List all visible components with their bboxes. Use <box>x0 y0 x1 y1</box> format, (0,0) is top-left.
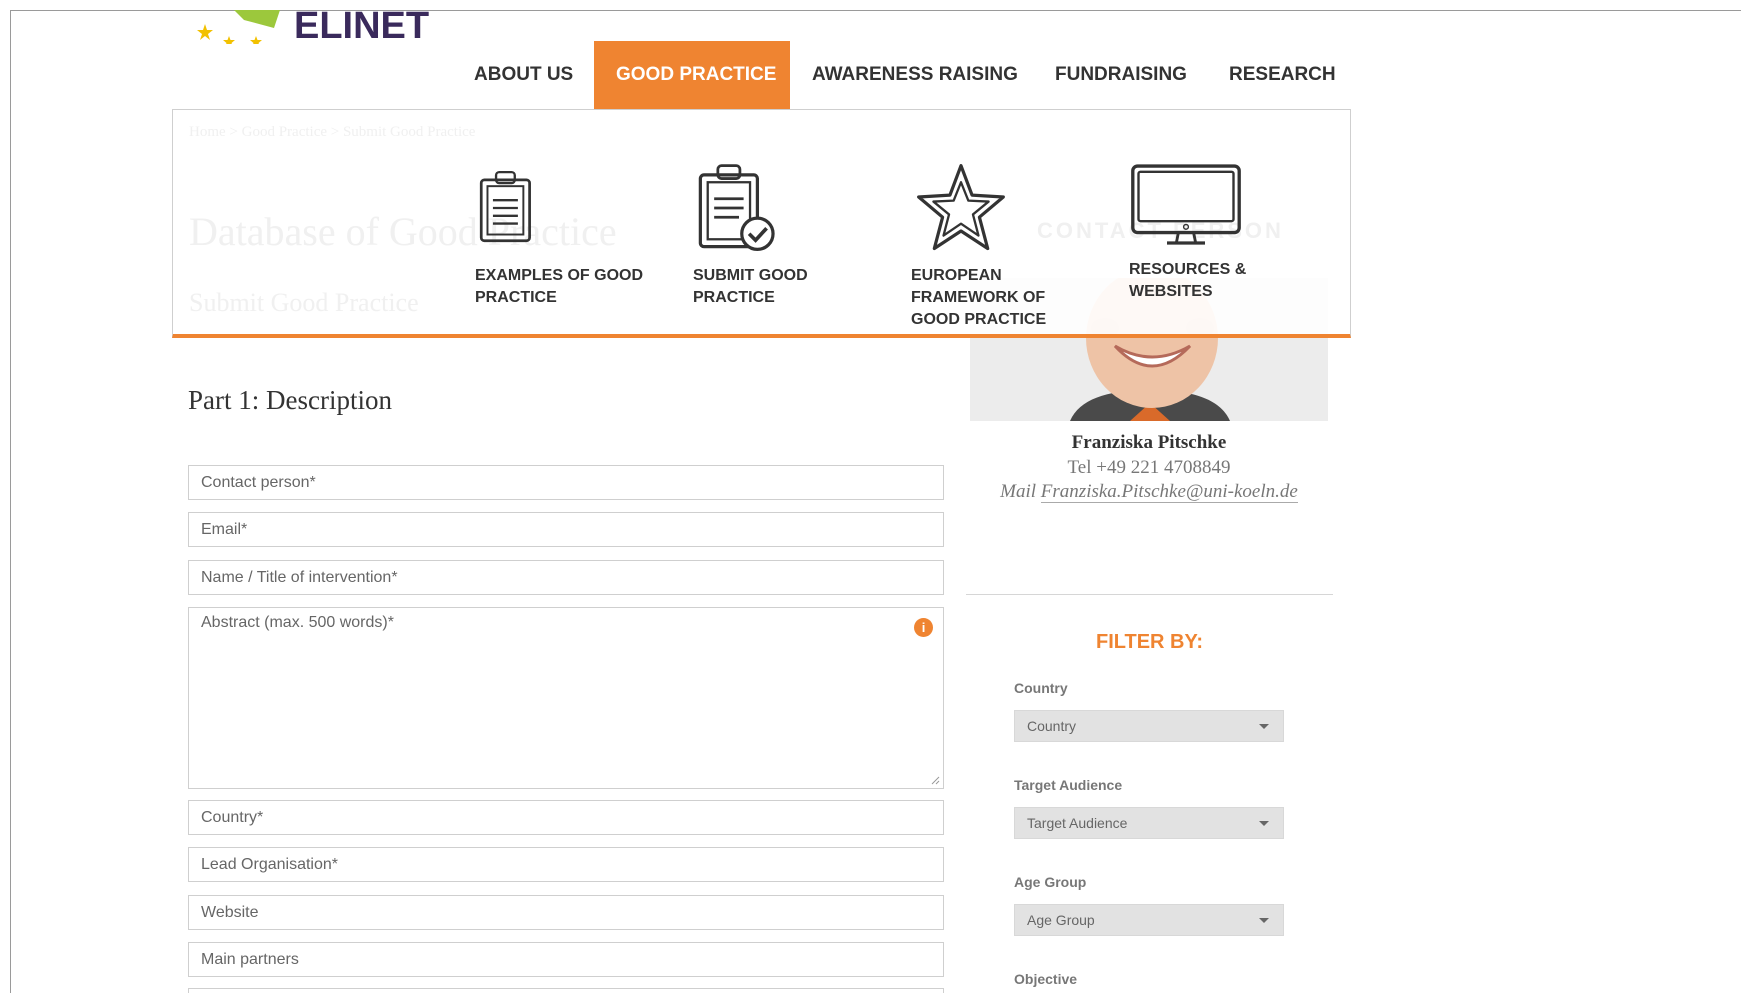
dropdown-label-framework: EUROPEAN FRAMEWORK OF GOOD PRACTICE <box>911 267 1047 328</box>
lead-organisation-input[interactable]: Lead Organisation* <box>188 847 944 882</box>
filter-country-select[interactable]: Country <box>1014 710 1284 742</box>
contact-mail-label: Mail <box>1000 481 1037 502</box>
filter-age-select[interactable]: Age Group <box>1014 904 1284 936</box>
nav-fundraising[interactable]: FUNDRAISING <box>1033 41 1209 109</box>
filter-objective-label: Objective <box>1014 971 1078 987</box>
filter-audience-value: Target Audience <box>1027 815 1128 831</box>
chevron-down-icon <box>1259 918 1269 923</box>
contact-mail: Mail Franziska.Pitschke@uni-koeln.de <box>970 481 1328 503</box>
clipboard-icon <box>479 170 531 243</box>
dropdown-item-examples[interactable]: EXAMPLES OF GOOD PRACTICE <box>475 162 675 309</box>
nav-research[interactable]: RESEARCH <box>1207 41 1358 109</box>
dropdown-item-framework[interactable]: EUROPEAN FRAMEWORK OF GOOD PRACTICE <box>911 162 1111 331</box>
next-field-input[interactable] <box>188 988 944 993</box>
nav-good-practice[interactable]: GOOD PRACTICE <box>594 41 790 109</box>
good-practice-dropdown: Home > Good Practice > Submit Good Pract… <box>172 109 1351 338</box>
chevron-down-icon <box>1259 724 1269 729</box>
page-subtitle: Submit Good Practice <box>189 288 419 317</box>
filter-age-value: Age Group <box>1027 912 1095 928</box>
email-input[interactable]: Email* <box>188 512 944 547</box>
nav-about-us[interactable]: ABOUT US <box>452 41 595 109</box>
website-input[interactable]: Website <box>188 895 944 930</box>
contact-mail-link[interactable]: Franziska.Pitschke@uni-koeln.de <box>1040 481 1298 503</box>
filter-audience-select[interactable]: Target Audience <box>1014 807 1284 839</box>
monitor-icon <box>1131 164 1241 245</box>
nav-awareness-raising[interactable]: AWARENESS RAISING <box>790 41 1040 109</box>
star-icon <box>917 164 1005 251</box>
name-title-input[interactable]: Name / Title of intervention* <box>188 560 944 595</box>
filter-age-label: Age Group <box>1014 874 1087 890</box>
dropdown-label-submit: SUBMIT GOOD PRACTICE <box>693 267 808 306</box>
dropdown-item-submit[interactable]: SUBMIT GOOD PRACTICE <box>693 162 893 309</box>
filter-audience-label: Target Audience <box>1014 777 1123 793</box>
resize-handle-icon[interactable] <box>930 775 940 785</box>
contact-tel: Tel +49 221 4708849 <box>1067 457 1231 478</box>
chevron-down-icon <box>1259 821 1269 826</box>
form-heading: Part 1: Description <box>188 385 392 415</box>
filter-country-label: Country <box>1014 680 1068 696</box>
filter-country-value: Country <box>1027 718 1077 734</box>
dropdown-label-resources: RESOURCES & WEBSITES <box>1129 261 1247 300</box>
contact-person-input[interactable]: Contact person* <box>188 465 944 500</box>
dropdown-label-examples: EXAMPLES OF GOOD PRACTICE <box>475 267 644 306</box>
main-partners-input[interactable]: Main partners <box>188 942 944 977</box>
country-input[interactable]: Country* <box>188 800 944 835</box>
contact-name: Franziska Pitschke <box>1071 432 1227 453</box>
sidebar-divider <box>966 594 1333 595</box>
breadcrumb: Home > Good Practice > Submit Good Pract… <box>189 124 476 140</box>
dropdown-item-resources[interactable]: RESOURCES & WEBSITES <box>1129 162 1329 303</box>
abstract-placeholder: Abstract (max. 500 words)* <box>201 614 394 631</box>
filter-title: FILTER BY: <box>1095 631 1204 653</box>
logo-stars-icon <box>197 10 280 44</box>
info-icon[interactable]: i <box>914 618 933 637</box>
abstract-textarea[interactable]: Abstract (max. 500 words)* i <box>188 607 944 789</box>
clipboard-check-icon <box>698 164 775 252</box>
logo-text[interactable]: ELINET <box>294 6 429 46</box>
